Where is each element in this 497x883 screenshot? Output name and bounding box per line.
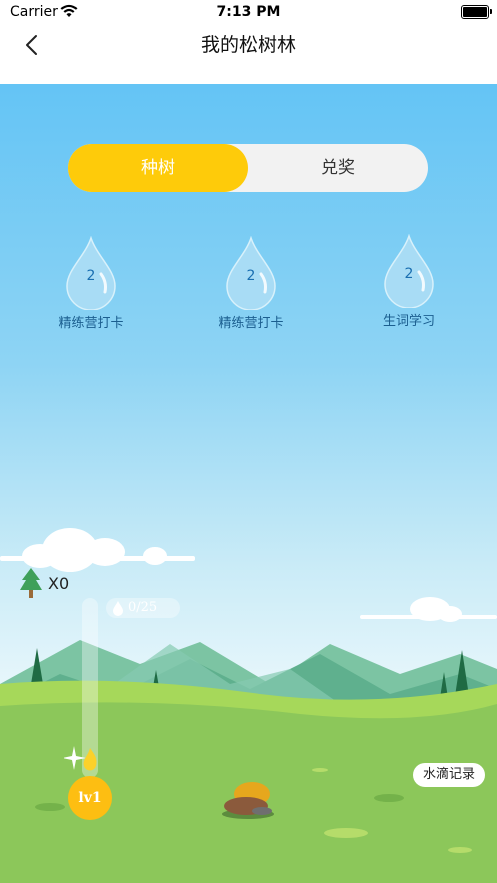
level-badge: lv1	[68, 776, 112, 820]
water-drop-small-icon	[113, 601, 123, 616]
navigation-bar: 我的松树林	[0, 26, 497, 84]
drop-label: 生词学习	[382, 314, 435, 329]
page-title: 我的松树林	[200, 34, 296, 56]
forest-scene: 种树 兑奖 2 精练营打卡 2 精练营打卡 2 生词学习 X0 0/25 lv1…	[0, 84, 497, 883]
status-bar: Carrier 7:13 PM	[0, 0, 497, 26]
drop-count: 2	[404, 266, 414, 282]
flame-icon	[83, 748, 97, 771]
water-progress-pill: 0/25	[106, 598, 180, 618]
water-drop-task[interactable]: 2 精练营打卡	[211, 236, 291, 331]
drop-count: 2	[86, 268, 96, 284]
tab-redeem[interactable]: 兑奖	[248, 144, 428, 192]
drop-count: 2	[246, 268, 256, 284]
mode-toggle: 种树 兑奖	[68, 144, 428, 192]
water-drop-task[interactable]: 2 精练营打卡	[51, 236, 131, 331]
drop-label: 精练营打卡	[218, 316, 284, 331]
water-progress-text: 0/25	[128, 600, 158, 615]
drop-label: 精练营打卡	[58, 316, 124, 331]
pine-tree-icon	[20, 568, 42, 598]
tree-count: X0	[48, 574, 70, 593]
water-record-button[interactable]: 水滴记录	[413, 763, 485, 787]
status-time: 7:13 PM	[216, 4, 281, 20]
water-drop-task[interactable]: 2 生词学习	[369, 234, 449, 329]
tree-counter: X0	[18, 568, 69, 598]
tab-plant-tree[interactable]: 种树	[68, 144, 248, 192]
battery-icon	[461, 5, 492, 19]
